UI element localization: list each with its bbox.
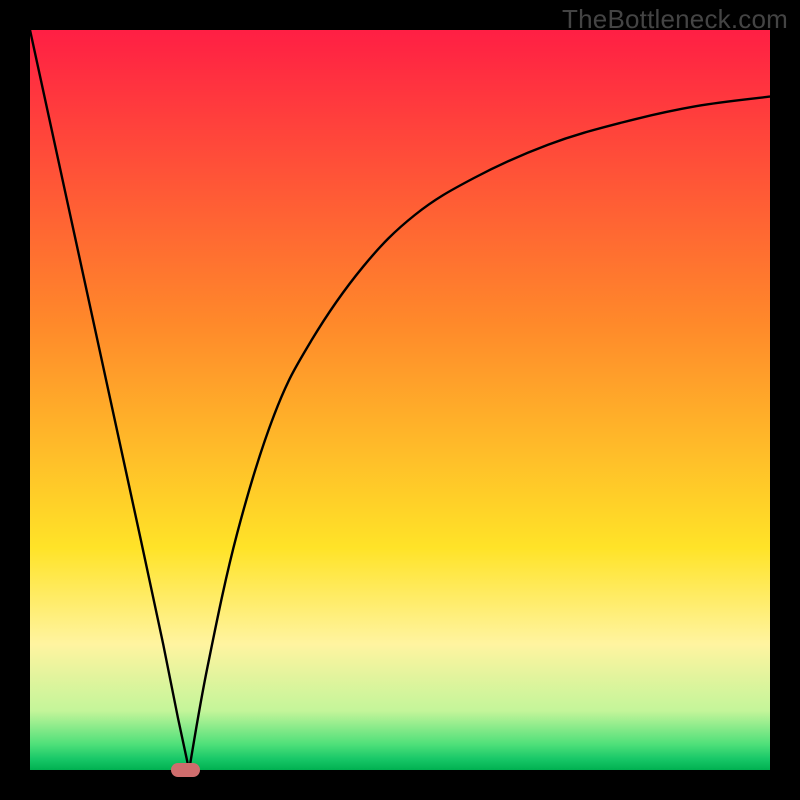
- minimum-marker: [171, 763, 201, 778]
- plot-svg: [30, 30, 770, 770]
- plot-area: [30, 30, 770, 770]
- chart-outer-frame: TheBottleneck.com: [0, 0, 800, 800]
- watermark-text: TheBottleneck.com: [562, 4, 788, 35]
- gradient-background: [30, 30, 770, 770]
